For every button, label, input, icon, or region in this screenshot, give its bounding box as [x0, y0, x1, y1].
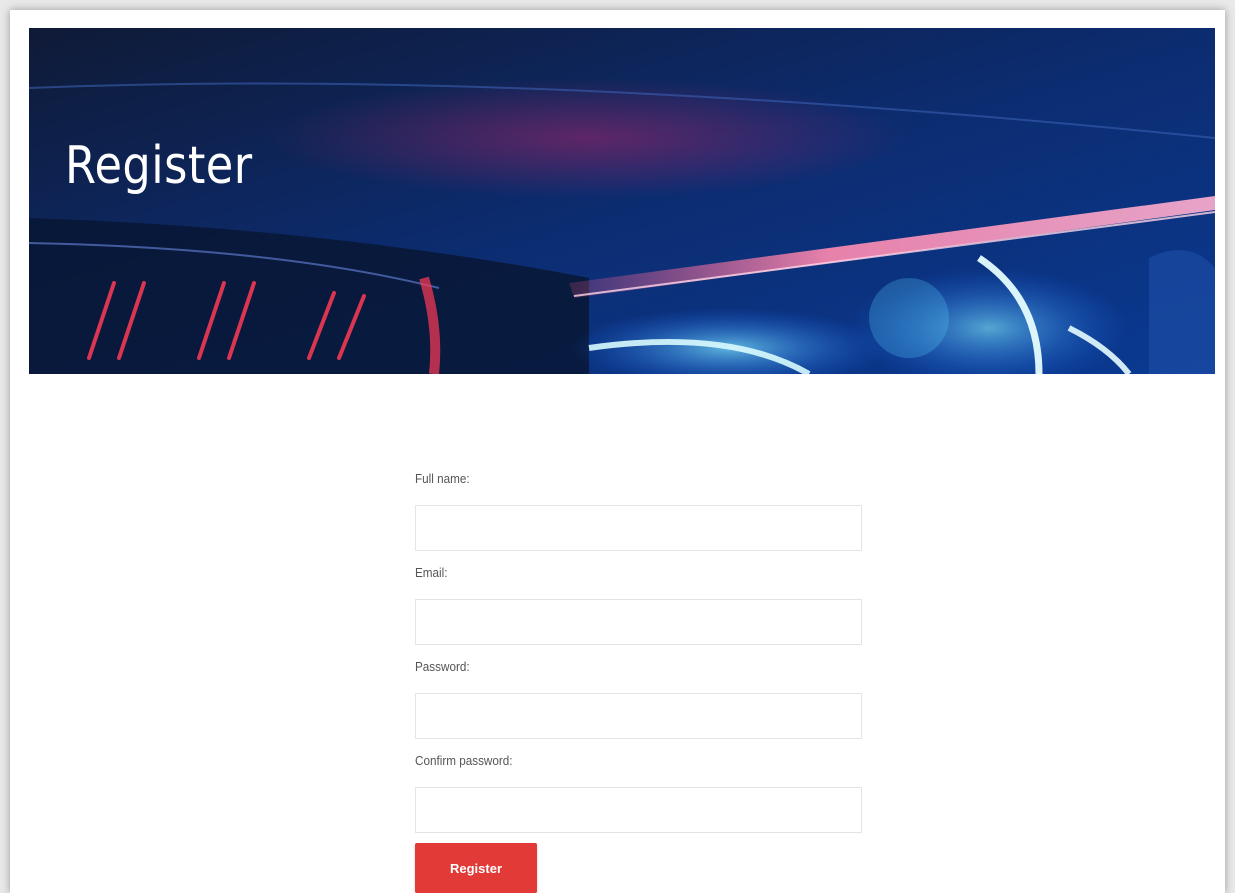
confirm-password-input[interactable]: [415, 787, 862, 833]
hero-car-image: [29, 28, 1215, 374]
full-name-label: Full name:: [415, 471, 470, 486]
password-label: Password:: [415, 659, 470, 674]
page-title: Register: [65, 136, 253, 196]
full-name-input[interactable]: [415, 505, 862, 551]
page-frame: Register Full name: Email: Password: Con…: [10, 10, 1225, 893]
hero-banner: Register: [29, 28, 1215, 374]
password-input[interactable]: [415, 693, 862, 739]
confirm-password-label: Confirm password:: [415, 753, 513, 768]
register-form: Full name: Email: Password: Confirm pass…: [415, 470, 862, 893]
email-input[interactable]: [415, 599, 862, 645]
email-label: Email:: [415, 565, 448, 580]
register-button[interactable]: Register: [415, 843, 537, 893]
